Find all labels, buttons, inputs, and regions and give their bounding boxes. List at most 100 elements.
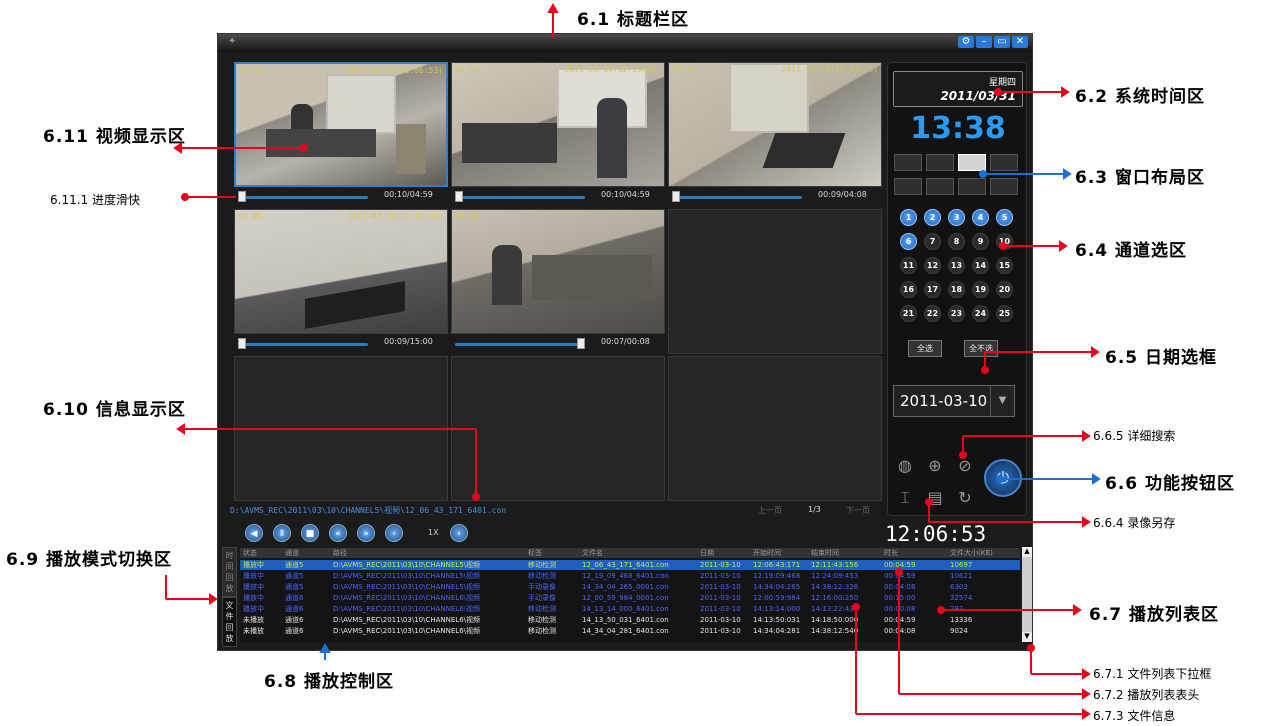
chevron-up-icon[interactable]: ▲ <box>1022 547 1032 557</box>
table-row[interactable]: 未播放 通道6 D:\AVMS_REC\2011\03\10\CHANNEL6\视频… <box>240 615 1020 625</box>
mode-time-playback[interactable]: 时间回放 <box>222 547 237 597</box>
step-back-icon[interactable]: ‹ <box>385 524 403 542</box>
column-header[interactable]: 开始时间 <box>753 548 781 558</box>
channel-button[interactable]: 3 <box>948 209 965 226</box>
video-cell-empty[interactable] <box>668 356 882 501</box>
video-cell-empty[interactable] <box>234 356 448 501</box>
channel-button[interactable]: 16 <box>900 281 917 298</box>
layout-16-button[interactable] <box>990 154 1018 171</box>
table-row[interactable]: 播放中 通道6 D:\AVMS_REC\2011\03\10\CHANNEL6\视频… <box>240 593 1020 603</box>
channel-button[interactable]: 22 <box>924 305 941 322</box>
channel-button[interactable]: 19 <box>972 281 989 298</box>
channel-button[interactable]: 14 <box>972 257 989 274</box>
deselect-all-button[interactable]: 全不选 <box>964 340 998 357</box>
step-forward-icon[interactable]: › <box>450 524 468 542</box>
channel-button[interactable]: 23 <box>948 305 965 322</box>
date-select[interactable]: 2011-03-10 ▼ <box>893 385 1015 417</box>
table-row[interactable]: 播放中 通道5 D:\AVMS_REC\2011\03\10\CHANNEL5\视频… <box>240 571 1020 581</box>
clip-icon[interactable]: ⌶ <box>894 487 916 509</box>
select-all-button[interactable]: 全选 <box>908 340 942 357</box>
layout-9-button[interactable] <box>958 154 986 171</box>
chevron-down-icon[interactable]: ▼ <box>990 386 1014 416</box>
playlist-scrollbar[interactable]: ▲ ▼ <box>1022 547 1032 642</box>
column-header[interactable]: 文件大小(KB) <box>950 548 993 558</box>
channel-button[interactable]: 20 <box>996 281 1013 298</box>
channel-button[interactable]: 2 <box>924 209 941 226</box>
channel-button[interactable]: 18 <box>948 281 965 298</box>
minimize-button[interactable]: – <box>976 36 992 48</box>
column-header[interactable]: 状态 <box>243 548 257 558</box>
power-icon[interactable]: ⏻ <box>984 459 1022 497</box>
settings-icon[interactable]: ⚙ <box>958 36 974 48</box>
fullscreen-button[interactable] <box>990 178 1018 195</box>
seek-knob[interactable] <box>455 191 463 202</box>
progress-slider[interactable]: 00:10/04:59 <box>451 190 665 204</box>
channel-button[interactable]: 8 <box>948 233 965 250</box>
column-header[interactable]: 时长 <box>884 548 898 558</box>
chevron-down-icon[interactable]: ▼ <box>1022 632 1032 642</box>
slow-icon[interactable]: « <box>329 524 347 542</box>
mode-file-playback[interactable]: 文件回放 <box>222 597 237 647</box>
seek-knob[interactable] <box>238 338 246 349</box>
column-header[interactable]: 路径 <box>333 548 347 558</box>
channel-button[interactable]: 6 <box>900 233 917 250</box>
channel-button[interactable]: 25 <box>996 305 1013 322</box>
column-header[interactable]: 通道 <box>285 548 299 558</box>
snapshot-icon[interactable]: ◍ <box>894 455 916 477</box>
column-header[interactable]: 结束时间 <box>811 548 839 558</box>
close-button[interactable]: ✕ <box>1012 36 1028 48</box>
channel-button[interactable]: 7 <box>924 233 941 250</box>
channel-button[interactable]: 9 <box>972 233 989 250</box>
channel-button[interactable]: 11 <box>900 257 917 274</box>
video-cell[interactable]: CH 06 <box>451 209 665 334</box>
channel-button[interactable]: 15 <box>996 257 1013 274</box>
channel-button[interactable]: 1 <box>900 209 917 226</box>
progress-slider[interactable]: 00:07/00:08 <box>451 337 665 351</box>
table-cell: 2011-03-10 <box>700 627 741 635</box>
table-row[interactable]: 播放中 通道5 D:\AVMS_REC\2011\03\10\CHANNEL5\视频… <box>240 560 1020 570</box>
seek-knob[interactable] <box>672 191 680 202</box>
video-cell-empty[interactable] <box>451 356 665 501</box>
channel-button[interactable]: 24 <box>972 305 989 322</box>
video-cell[interactable]: CH 06 2011-03-10(14:34:15) <box>668 62 882 187</box>
fast-icon[interactable]: » <box>357 524 375 542</box>
save-record-icon[interactable]: ▤ <box>924 487 946 509</box>
column-header[interactable]: 标签 <box>528 548 542 558</box>
layout-4-button[interactable] <box>926 154 954 171</box>
channel-button[interactable]: 5 <box>996 209 1013 226</box>
video-cell-empty[interactable] <box>668 209 882 354</box>
table-row[interactable]: 播放中 通道6 D:\AVMS_REC\2011\03\10\CHANNEL6\视频… <box>240 604 1020 614</box>
pause-icon[interactable]: Ⅱ <box>273 524 291 542</box>
prev-page-button[interactable]: 上一页 <box>758 505 782 516</box>
channel-button[interactable]: 21 <box>900 305 917 322</box>
table-row[interactable]: 未播放 通道6 D:\AVMS_REC\2011\03\10\CHANNEL6\视频… <box>240 626 1020 636</box>
refresh-icon[interactable]: ↻ <box>954 487 976 509</box>
seek-knob[interactable] <box>238 191 246 202</box>
layout-1-button[interactable] <box>894 154 922 171</box>
video-cell[interactable]: CH 05 2011-03-10(12:06:53) <box>234 62 448 187</box>
progress-slider[interactable]: 00:09/15:00 <box>234 337 448 351</box>
detail-search-icon[interactable]: ⊘ <box>954 455 976 477</box>
video-cell[interactable]: CH 05 2011-03-10(12:19:19) <box>451 62 665 187</box>
layout-6-button[interactable] <box>894 178 922 195</box>
channel-button[interactable]: 4 <box>972 209 989 226</box>
zoom-icon[interactable]: ⊕ <box>924 455 946 477</box>
table-row[interactable]: 播放中 通道5 D:\AVMS_REC\2011\03\10\CHANNEL5\视频… <box>240 582 1020 592</box>
next-page-button[interactable]: 下一页 <box>846 505 870 516</box>
channel-button[interactable]: 10 <box>996 233 1013 250</box>
progress-slider[interactable]: 00:10/04:59 <box>234 190 448 204</box>
channel-button[interactable]: 13 <box>948 257 965 274</box>
layout-25-button[interactable] <box>926 178 954 195</box>
channel-button[interactable]: 12 <box>924 257 941 274</box>
video-cell[interactable]: CH 06 2011-03-10(12:01:06) <box>234 209 448 334</box>
seek-knob[interactable] <box>577 338 585 349</box>
rewind-icon[interactable]: ◀ <box>245 524 263 542</box>
column-header[interactable]: 文件名 <box>582 548 603 558</box>
layout-screen-button[interactable] <box>958 178 986 195</box>
progress-slider[interactable]: 00:09/04:08 <box>668 190 882 204</box>
label-detail-search: 6.6.5 详细搜索 <box>1093 429 1176 443</box>
channel-button[interactable]: 17 <box>924 281 941 298</box>
restore-button[interactable]: ▭ <box>994 36 1010 48</box>
stop-icon[interactable]: ■ <box>301 524 319 542</box>
column-header[interactable]: 日期 <box>700 548 714 558</box>
